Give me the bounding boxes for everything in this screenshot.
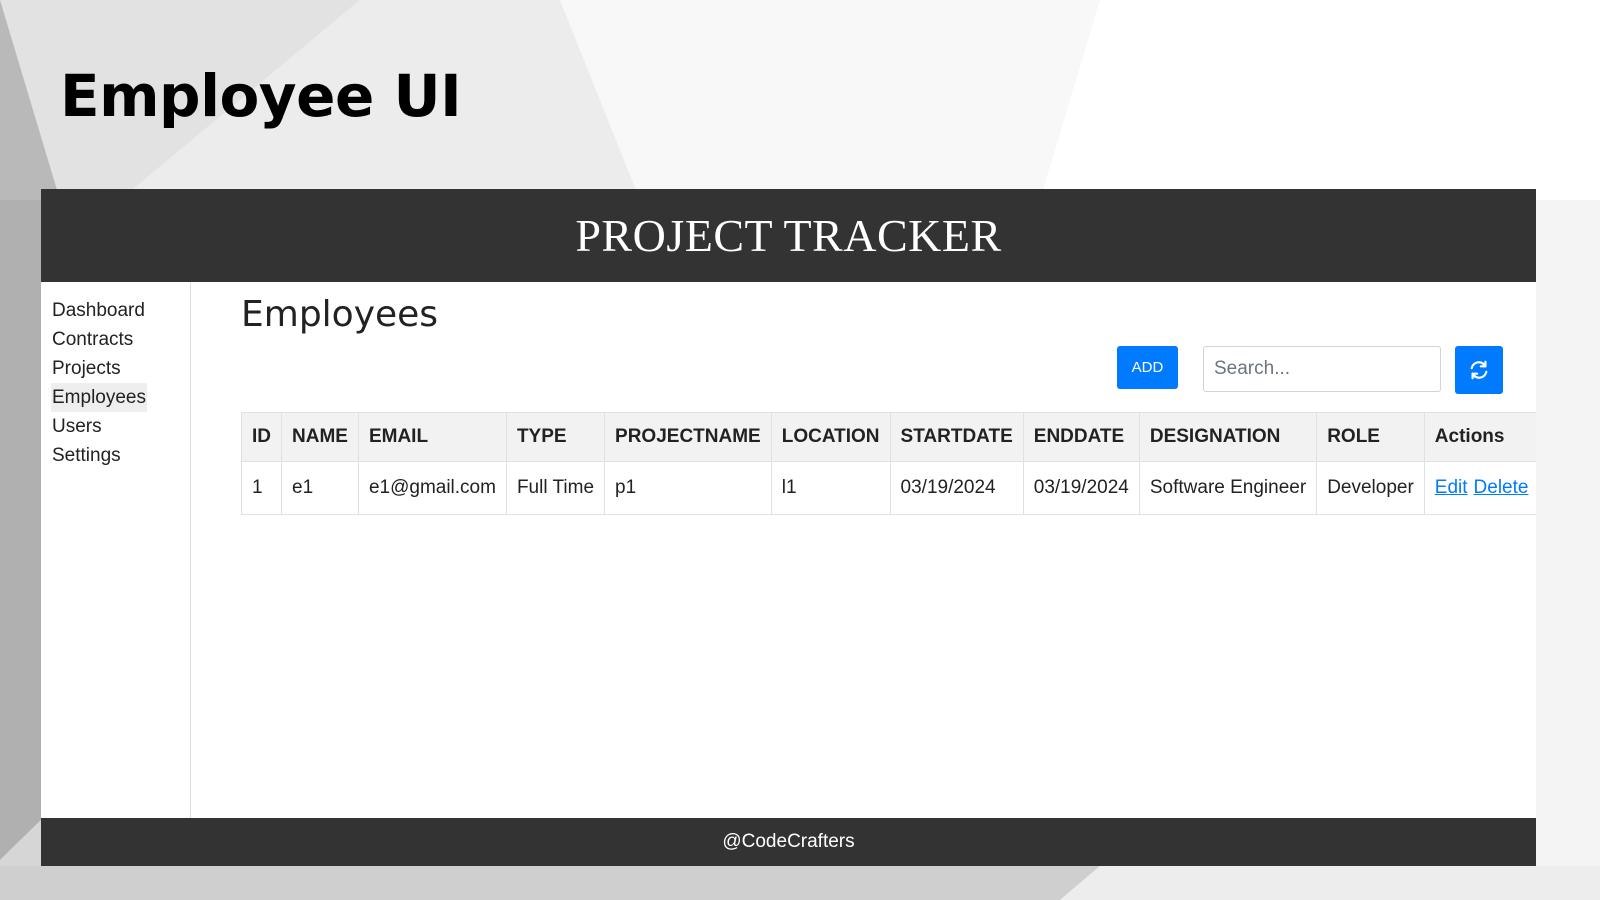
cell-name: e1 xyxy=(281,461,359,515)
column-header-projectname: PROJECTNAME xyxy=(604,412,772,462)
cell-actions: Edit Delete xyxy=(1423,461,1536,515)
cell-enddate: 03/19/2024 xyxy=(1022,461,1140,515)
sidebar-item-dashboard[interactable]: Dashboard xyxy=(51,296,146,325)
sidebar-item-contracts[interactable]: Contracts xyxy=(51,325,134,354)
table-row: 1 e1 e1@gmail.com Full Time p1 l1 03/19/… xyxy=(241,461,1536,515)
cell-type: Full Time xyxy=(505,461,606,515)
app-title: PROJECT TRACKER xyxy=(575,210,1002,261)
edit-link[interactable]: Edit xyxy=(1435,477,1468,498)
cell-location: l1 xyxy=(770,461,891,515)
delete-link[interactable]: Delete xyxy=(1474,477,1529,498)
column-header-location: LOCATION xyxy=(770,412,891,462)
column-header-id: ID xyxy=(241,412,282,462)
slide-title: Employee UI xyxy=(60,62,462,130)
app-window: PROJECT TRACKER Dashboard Contracts Proj… xyxy=(41,189,1536,866)
sidebar-item-users[interactable]: Users xyxy=(51,412,103,441)
page-title: Employees xyxy=(241,294,439,335)
cell-email: e1@gmail.com xyxy=(357,461,507,515)
refresh-icon xyxy=(1470,360,1488,380)
column-header-name: NAME xyxy=(281,412,359,462)
column-header-actions: Actions xyxy=(1423,412,1536,462)
add-button[interactable]: ADD xyxy=(1117,346,1178,389)
sidebar-item-employees[interactable]: Employees xyxy=(51,383,147,412)
refresh-button[interactable] xyxy=(1455,346,1503,394)
cell-startdate: 03/19/2024 xyxy=(889,461,1024,515)
cell-projectname: p1 xyxy=(604,461,772,515)
cell-id: 1 xyxy=(241,461,282,515)
column-header-type: TYPE xyxy=(505,412,606,462)
cell-role: Developer xyxy=(1316,461,1425,515)
column-header-designation: DESIGNATION xyxy=(1138,412,1318,462)
search-input[interactable] xyxy=(1203,346,1441,392)
app-header: PROJECT TRACKER xyxy=(41,189,1536,282)
column-header-enddate: ENDDATE xyxy=(1022,412,1140,462)
sidebar: Dashboard Contracts Projects Employees U… xyxy=(41,282,191,818)
table-header-row: ID NAME EMAIL TYPE PROJECTNAME LOCATION … xyxy=(241,412,1536,462)
sidebar-item-settings[interactable]: Settings xyxy=(51,441,122,470)
sidebar-item-projects[interactable]: Projects xyxy=(51,354,122,383)
app-footer: @CodeCrafters xyxy=(41,818,1536,866)
main-content: Employees ADD ID NAME EMAIL TYPE xyxy=(241,282,1536,818)
footer-text: @CodeCrafters xyxy=(722,831,855,852)
cell-designation: Software Engineer xyxy=(1138,461,1318,515)
employees-table: ID NAME EMAIL TYPE PROJECTNAME LOCATION … xyxy=(241,412,1536,515)
column-header-startdate: STARTDATE xyxy=(889,412,1024,462)
column-header-email: EMAIL xyxy=(357,412,507,462)
app-body: Dashboard Contracts Projects Employees U… xyxy=(41,282,1536,818)
column-header-role: ROLE xyxy=(1316,412,1425,462)
